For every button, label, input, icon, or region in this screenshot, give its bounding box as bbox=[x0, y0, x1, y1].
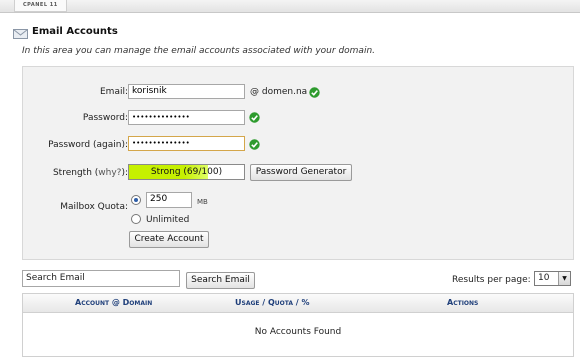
quota-input[interactable]: 250 bbox=[146, 192, 192, 208]
quota-limited-radio[interactable] bbox=[131, 195, 141, 205]
search-email-input[interactable]: Search Email bbox=[22, 270, 180, 287]
password-again-label: Password (again): bbox=[48, 140, 128, 150]
page-title: Email Accounts bbox=[32, 26, 118, 37]
mailbox-quota-label: Mailbox Quota: bbox=[60, 202, 128, 212]
page-description: In this area you can manage the email ac… bbox=[22, 46, 376, 56]
chevron-down-icon: ▼ bbox=[558, 272, 570, 285]
email-valid-check-icon bbox=[309, 87, 320, 98]
mail-icon bbox=[13, 29, 28, 39]
top-bar: CPANEL 11 bbox=[0, 0, 580, 13]
create-account-form: Email: korisnik @ domen.na Password: •••… bbox=[22, 66, 574, 260]
table-header: Account @ Domain Usage / Quota / % Actio… bbox=[23, 294, 573, 313]
cpanel-tab[interactable]: CPANEL 11 bbox=[14, 0, 67, 12]
domain-label: @ domen.na bbox=[250, 87, 308, 97]
password-input[interactable]: •••••••••••••• bbox=[128, 110, 245, 125]
results-per-page-value: 10 bbox=[538, 273, 550, 283]
column-actions: Actions bbox=[447, 298, 479, 307]
results-per-page-select[interactable]: 10 ▼ bbox=[534, 271, 571, 286]
password-strength-meter: Strong (69/100) bbox=[128, 164, 245, 180]
strength-why-link[interactable]: why? bbox=[98, 168, 121, 178]
empty-table-message: No Accounts Found bbox=[254, 327, 342, 337]
quota-unit: MB bbox=[197, 198, 208, 206]
email-input[interactable]: korisnik bbox=[128, 84, 245, 99]
password-again-valid-check-icon bbox=[249, 139, 260, 150]
password-label: Password: bbox=[82, 113, 128, 123]
password-again-input[interactable]: •••••••••••••• bbox=[128, 136, 245, 151]
strength-text: Strong (69/100) bbox=[150, 167, 223, 177]
password-generator-button[interactable]: Password Generator bbox=[250, 164, 352, 181]
column-usage-quota[interactable]: Usage / Quota / % bbox=[235, 298, 310, 307]
email-label: Email: bbox=[99, 87, 128, 97]
password-valid-check-icon bbox=[249, 112, 260, 123]
accounts-table: Account @ Domain Usage / Quota / % Actio… bbox=[22, 293, 574, 357]
strength-label: Strength (why?): bbox=[52, 168, 128, 178]
create-account-button[interactable]: Create Account bbox=[129, 231, 209, 248]
results-per-page-label: Results per page: bbox=[452, 275, 531, 285]
unlimited-label: Unlimited bbox=[146, 215, 190, 225]
column-account-domain[interactable]: Account @ Domain bbox=[75, 298, 152, 307]
search-email-button[interactable]: Search Email bbox=[186, 272, 255, 289]
quota-unlimited-radio[interactable] bbox=[131, 214, 141, 224]
